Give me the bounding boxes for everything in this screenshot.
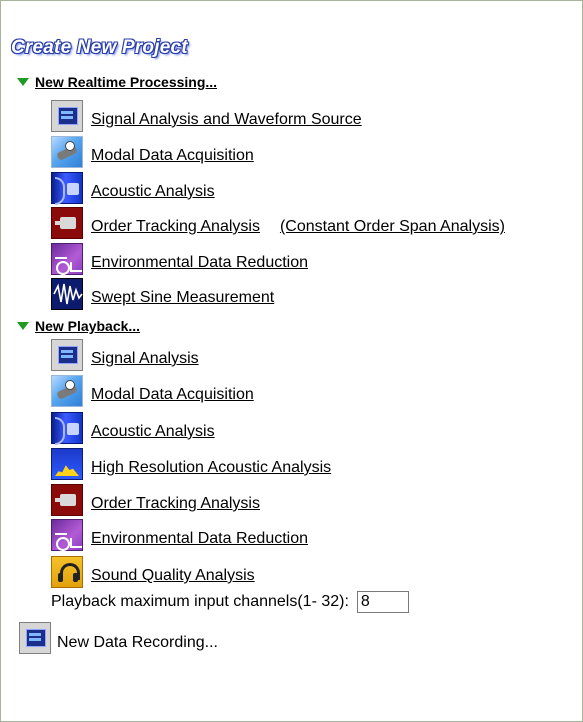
data-recording-icon[interactable] bbox=[19, 622, 51, 654]
acoustic-analysis-icon[interactable] bbox=[51, 412, 83, 445]
section-new-realtime-processing[interactable]: New Realtime Processing... bbox=[17, 73, 217, 91]
environmental-data-icon[interactable] bbox=[51, 243, 83, 275]
realtime-item-label[interactable]: Acoustic Analysis bbox=[91, 175, 215, 201]
playback-item-label[interactable]: Signal Analysis bbox=[91, 342, 199, 368]
realtime-item-label[interactable]: Modal Data Acquisition bbox=[91, 139, 254, 165]
order-tracking-icon[interactable] bbox=[51, 484, 83, 516]
playback-max-channels: Playback maximum input channels(1- 32): bbox=[51, 589, 409, 615]
expand-triangle-icon[interactable] bbox=[17, 322, 29, 330]
playback-item-environmental[interactable]: Environmental Data Reduction bbox=[51, 518, 308, 552]
realtime-item-label[interactable]: Signal Analysis and Waveform Source bbox=[91, 103, 362, 129]
realtime-item-acoustic[interactable]: Acoustic Analysis bbox=[51, 171, 215, 205]
playback-item-acoustic[interactable]: Acoustic Analysis bbox=[51, 411, 215, 445]
section-new-playback[interactable]: New Playback... bbox=[17, 317, 140, 335]
playback-item-label[interactable]: Order Tracking Analysis bbox=[91, 487, 260, 513]
playback-item-modal-data[interactable]: Modal Data Acquisition bbox=[51, 374, 254, 408]
realtime-item-label[interactable]: Swept Sine Measurement bbox=[91, 281, 274, 307]
playback-item-label[interactable]: Acoustic Analysis bbox=[91, 415, 215, 441]
swept-sine-icon[interactable] bbox=[51, 278, 83, 310]
page-title: Create New Project bbox=[11, 37, 188, 58]
realtime-item-modal-data[interactable]: Modal Data Acquisition bbox=[51, 135, 254, 169]
playback-item-label[interactable]: Sound Quality Analysis bbox=[91, 559, 255, 585]
realtime-item-label[interactable]: Order Tracking Analysis bbox=[91, 210, 260, 236]
playback-item-label[interactable]: Modal Data Acquisition bbox=[91, 378, 254, 404]
modal-data-icon[interactable] bbox=[51, 375, 83, 407]
new-data-recording-label[interactable]: New Data Recording... bbox=[57, 624, 218, 652]
realtime-item-signal-analysis[interactable]: Signal Analysis and Waveform Source bbox=[51, 99, 362, 133]
playback-item-high-resolution[interactable]: High Resolution Acoustic Analysis bbox=[51, 447, 331, 481]
realtime-item-order-tracking[interactable]: Order Tracking Analysis (Constant Order … bbox=[51, 206, 505, 240]
section-label[interactable]: New Realtime Processing... bbox=[35, 74, 217, 90]
modal-data-icon[interactable] bbox=[51, 136, 83, 168]
acoustic-analysis-icon[interactable] bbox=[51, 172, 83, 205]
playback-item-label[interactable]: Environmental Data Reduction bbox=[91, 522, 308, 548]
playback-max-channels-input[interactable] bbox=[356, 591, 409, 613]
realtime-item-label[interactable]: Environmental Data Reduction bbox=[91, 246, 308, 272]
new-data-recording[interactable]: New Data Recording... bbox=[19, 621, 218, 655]
expand-triangle-icon[interactable] bbox=[17, 78, 29, 86]
high-resolution-icon[interactable] bbox=[51, 448, 83, 480]
sound-quality-icon[interactable] bbox=[51, 556, 83, 588]
playback-item-order-tracking[interactable]: Order Tracking Analysis bbox=[51, 483, 260, 517]
constant-order-span-link[interactable]: (Constant Order Span Analysis) bbox=[280, 210, 505, 236]
playback-item-sound-quality[interactable]: Sound Quality Analysis bbox=[51, 555, 255, 589]
order-tracking-icon[interactable] bbox=[51, 207, 83, 239]
realtime-item-environmental[interactable]: Environmental Data Reduction bbox=[51, 242, 308, 276]
signal-analysis-icon[interactable] bbox=[51, 100, 83, 132]
environmental-data-icon[interactable] bbox=[51, 519, 83, 551]
create-project-panel: Create New Project New Realtime Processi… bbox=[0, 0, 583, 722]
playback-max-channels-label: Playback maximum input channels(1- 32): bbox=[51, 593, 349, 610]
playback-item-signal-analysis[interactable]: Signal Analysis bbox=[51, 338, 199, 372]
section-label[interactable]: New Playback... bbox=[35, 318, 140, 334]
realtime-item-swept-sine[interactable]: Swept Sine Measurement bbox=[51, 277, 274, 311]
signal-analysis-icon[interactable] bbox=[51, 339, 83, 371]
playback-item-label[interactable]: High Resolution Acoustic Analysis bbox=[91, 451, 331, 477]
